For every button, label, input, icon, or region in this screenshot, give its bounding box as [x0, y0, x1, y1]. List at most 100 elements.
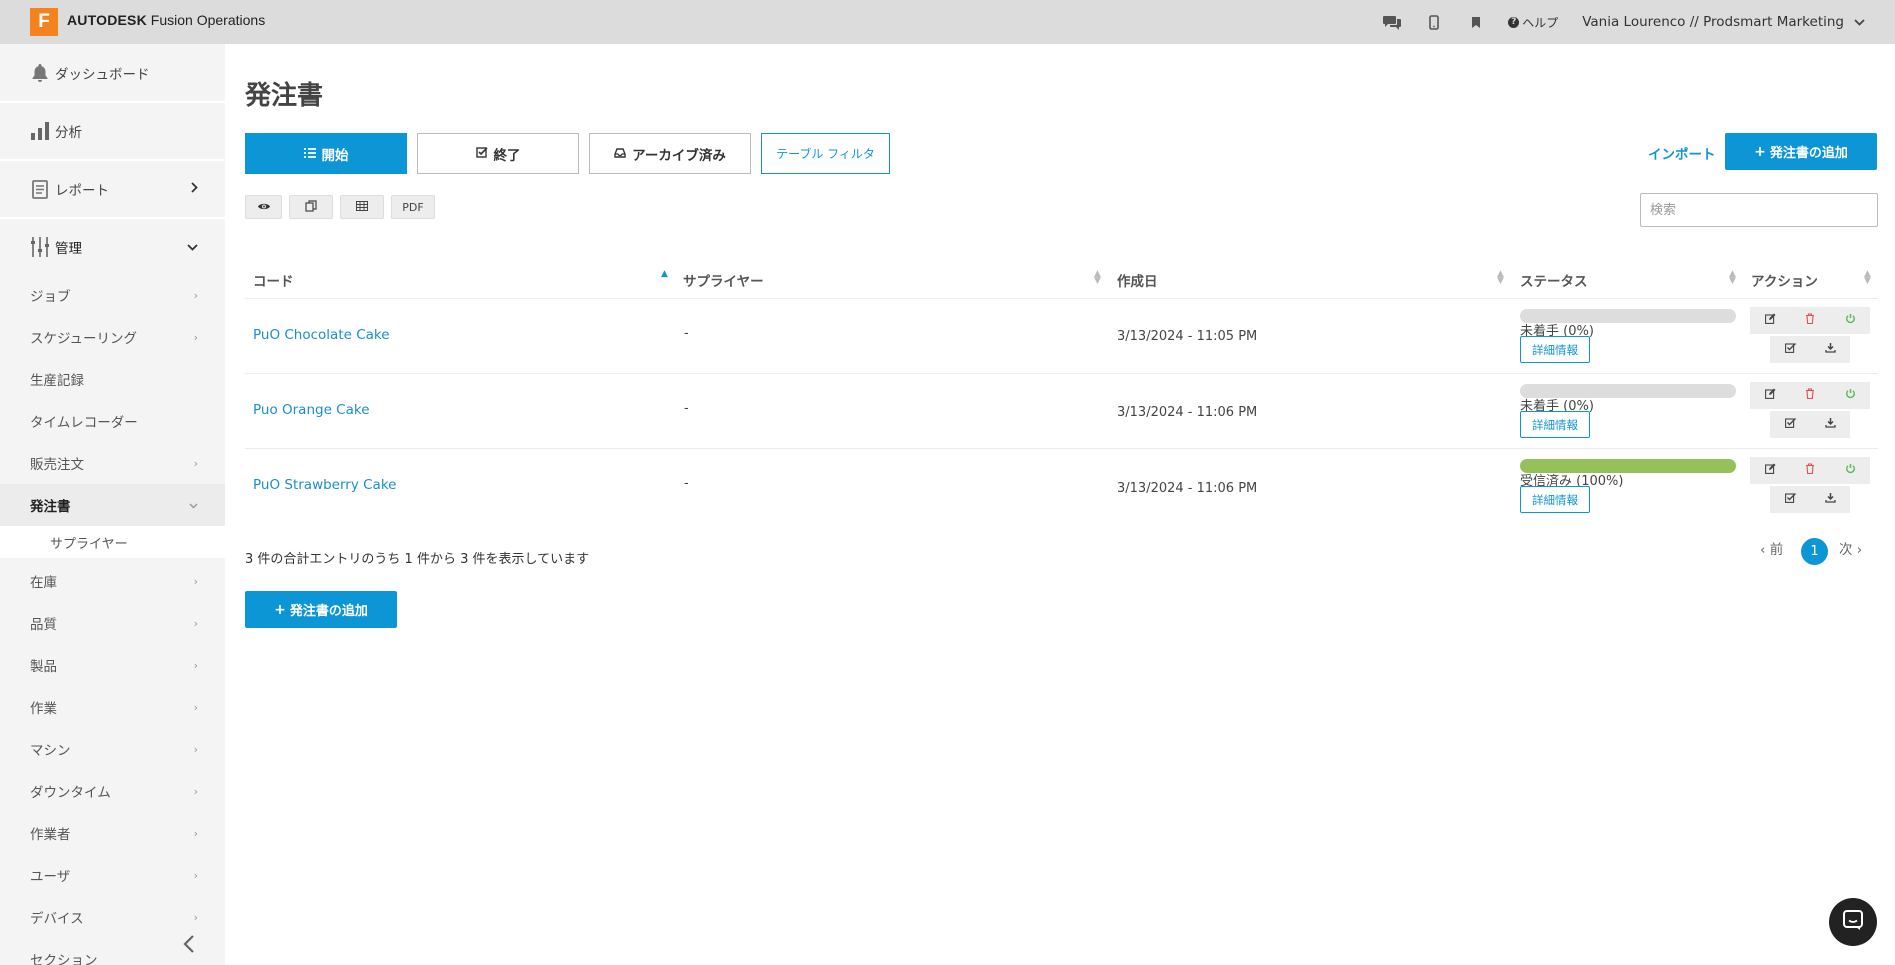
edit-button[interactable]: [1750, 457, 1790, 484]
sidebar-item-analytics[interactable]: 分析: [0, 102, 225, 160]
delete-button[interactable]: [1790, 457, 1830, 484]
sidebar-item-dashboard[interactable]: ダッシュボード: [0, 44, 225, 102]
row-code-link[interactable]: PuO Strawberry Cake: [253, 477, 396, 493]
tab-open[interactable]: 開始: [245, 133, 407, 174]
edit-button[interactable]: [1750, 307, 1790, 334]
pagination-prev[interactable]: ‹ 前: [1760, 538, 1783, 558]
tab-archived[interactable]: アーカイブ済み: [589, 133, 751, 174]
pagination-page[interactable]: 1: [1801, 538, 1828, 565]
sidebar-item-devices[interactable]: デバイス ›: [0, 896, 225, 938]
pdf-label: PDF: [402, 200, 424, 214]
column-header-status[interactable]: ステータス: [1520, 270, 1588, 290]
support-chat-button[interactable]: [1829, 898, 1877, 946]
sidebar-item-operations[interactable]: 作業 ›: [0, 686, 225, 728]
sidebar-item-label: デバイス: [30, 911, 84, 927]
help-link[interactable]: ? ヘルプ: [1508, 14, 1558, 31]
sort-asc-icon[interactable]: ▲: [661, 270, 668, 279]
sidebar-item-machines[interactable]: マシン ›: [0, 728, 225, 770]
chevron-right-icon: ›: [193, 288, 198, 302]
add-purchase-order-bottom-button[interactable]: + 発注書の追加: [245, 591, 397, 628]
fusion-logo[interactable]: F: [30, 8, 58, 36]
chat-icon[interactable]: [1382, 12, 1402, 32]
chevron-right-icon: ›: [193, 574, 198, 588]
sidebar-item-downtime[interactable]: ダウンタイム ›: [0, 770, 225, 812]
sidebar-item-label: 在庫: [30, 575, 57, 591]
column-header-actions[interactable]: アクション: [1751, 270, 1818, 290]
pdf-button[interactable]: PDF: [391, 195, 435, 219]
close-order-button[interactable]: [1770, 411, 1810, 438]
details-button[interactable]: 詳細情報: [1520, 336, 1590, 363]
eye-icon: [257, 201, 271, 214]
chevron-down-icon: [189, 499, 198, 512]
close-order-button[interactable]: [1770, 336, 1810, 363]
column-header-code[interactable]: コード: [253, 270, 294, 290]
copy-button[interactable]: [289, 195, 333, 219]
add-purchase-order-button[interactable]: + 発注書の追加: [1725, 133, 1877, 170]
sidebar-item-management[interactable]: 管理: [0, 218, 225, 276]
search-input[interactable]: [1640, 193, 1878, 227]
sidebar-item-jobs[interactable]: ジョブ ›: [0, 274, 225, 316]
sort-icon[interactable]: ▲ ▼: [1729, 270, 1736, 286]
sidebar-item-users[interactable]: ユーザ ›: [0, 854, 225, 896]
tab-label: アーカイブ済み: [632, 147, 726, 164]
sidebar-item-label: 生産記録: [30, 373, 84, 389]
bookmark-icon[interactable]: [1466, 12, 1486, 32]
sidebar-item-inventory[interactable]: 在庫 ›: [0, 560, 225, 602]
sidebar-item-label: スケジューリング: [30, 331, 138, 347]
sidebar-item-workers[interactable]: 作業者 ›: [0, 812, 225, 854]
chevron-right-icon: ›: [193, 700, 198, 714]
user-menu[interactable]: Vania Lourenco // Prodsmart Marketing: [1582, 14, 1865, 30]
power-icon: [1845, 388, 1856, 403]
table-filter-button[interactable]: テーブル フィルタ: [761, 133, 890, 174]
column-header-created[interactable]: 作成日: [1117, 270, 1158, 290]
sidebar-item-label: ジョブ: [30, 289, 71, 305]
details-button[interactable]: 詳細情報: [1520, 486, 1590, 513]
row-code-link[interactable]: Puo Orange Cake: [253, 402, 370, 418]
chevron-right-icon: ›: [193, 330, 198, 344]
import-link[interactable]: インポート: [1648, 143, 1716, 163]
toggle-active-button[interactable]: [1830, 457, 1870, 484]
row-actions: [1750, 457, 1878, 513]
delete-button[interactable]: [1790, 307, 1830, 334]
sidebar-item-time-recorder[interactable]: タイムレコーダー: [0, 400, 225, 442]
sidebar-item-label: 販売注文: [30, 457, 84, 473]
edit-button[interactable]: [1750, 382, 1790, 409]
brand-product: Fusion Operations: [150, 12, 266, 28]
row-created: 3/13/2024 - 11:06 PM: [1117, 481, 1258, 496]
sidebar-item-suppliers[interactable]: サプライヤー: [0, 526, 225, 558]
close-order-button[interactable]: [1770, 486, 1810, 513]
mobile-icon[interactable]: [1424, 12, 1444, 32]
trash-icon: [1805, 388, 1815, 403]
csv-button[interactable]: [340, 195, 384, 219]
toggle-active-button[interactable]: [1830, 307, 1870, 334]
column-visibility-button[interactable]: [245, 195, 282, 219]
sidebar-item-production-records[interactable]: 生産記録: [0, 358, 225, 400]
sidebar-item-label: タイムレコーダー: [30, 415, 138, 431]
delete-button[interactable]: [1790, 382, 1830, 409]
list-icon: [303, 147, 316, 161]
sort-icon[interactable]: ▲ ▼: [1864, 270, 1871, 286]
sidebar-item-quality[interactable]: 品質 ›: [0, 602, 225, 644]
details-button[interactable]: 詳細情報: [1520, 411, 1590, 438]
row-code-link[interactable]: PuO Chocolate Cake: [253, 327, 390, 343]
sidebar-item-purchase-orders[interactable]: 発注書: [0, 484, 225, 526]
sidebar-item-scheduling[interactable]: スケジューリング ›: [0, 316, 225, 358]
sidebar-item-reports[interactable]: レポート: [0, 160, 225, 218]
collapse-sidebar-icon[interactable]: [183, 934, 195, 959]
toggle-active-button[interactable]: [1830, 382, 1870, 409]
sidebar-item-sales-orders[interactable]: 販売注文 ›: [0, 442, 225, 484]
sidebar-item-label: 管理: [55, 241, 82, 257]
sort-icon[interactable]: ▲ ▼: [1094, 270, 1101, 286]
sort-icon[interactable]: ▲ ▼: [1497, 270, 1504, 286]
tab-closed[interactable]: 終了: [417, 133, 579, 174]
download-button[interactable]: [1810, 336, 1850, 363]
sidebar-item-label: 作業者: [30, 827, 71, 843]
sliders-icon: [29, 236, 51, 258]
download-button[interactable]: [1810, 486, 1850, 513]
download-button[interactable]: [1810, 411, 1850, 438]
column-header-supplier[interactable]: サプライヤー: [683, 270, 764, 290]
pagination-next[interactable]: 次 ›: [1839, 538, 1862, 558]
table-divider: [245, 373, 1878, 374]
sidebar-item-products[interactable]: 製品 ›: [0, 644, 225, 686]
help-label: ヘルプ: [1522, 15, 1559, 30]
